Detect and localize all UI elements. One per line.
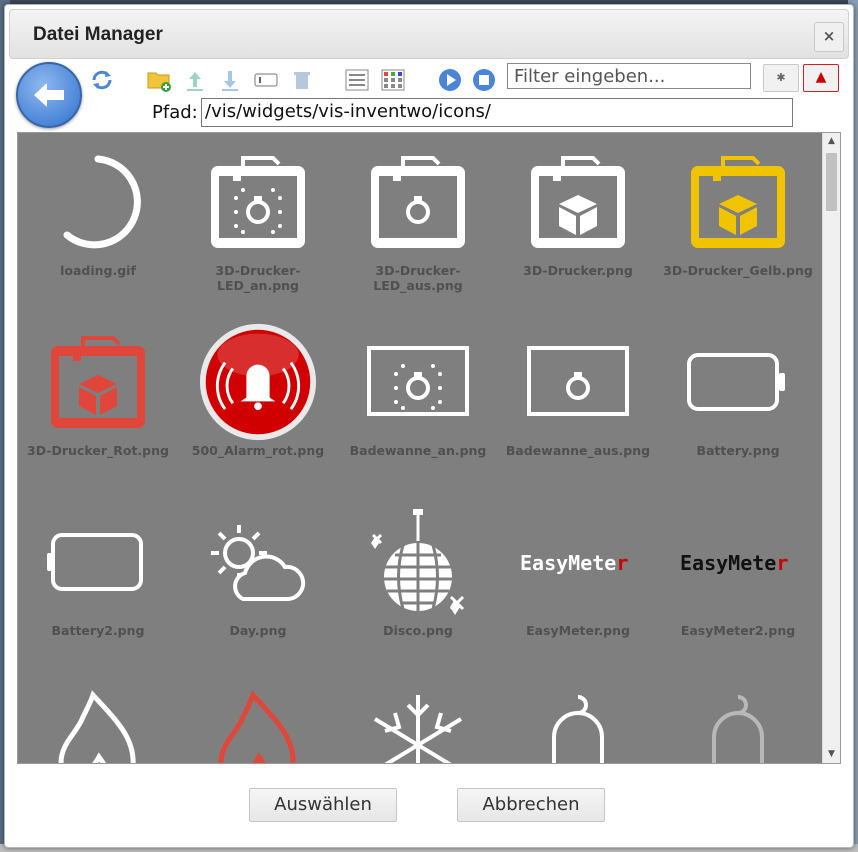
toolbar: ✱ ▲ — [5, 60, 853, 128]
upload-button[interactable] — [182, 67, 208, 93]
sun-cloud-icon — [198, 507, 318, 617]
dialog-title: Datei Manager — [33, 24, 163, 45]
path-label: Pfad: — [152, 102, 198, 123]
new-folder-icon — [147, 72, 171, 92]
table-view-icon — [381, 69, 405, 91]
printer-box-icon — [518, 147, 638, 257]
cancel-button[interactable]: Abbrechen — [457, 788, 605, 822]
bathtub-on-icon — [358, 327, 478, 437]
alert-button[interactable]: ▲ — [803, 64, 839, 92]
file-item[interactable]: 3D-Drucker_Gelb.png — [658, 133, 818, 313]
easymeter-text: EasyMeter — [520, 551, 628, 575]
file-item[interactable]: 3D-Drucker-LED_an.png — [178, 133, 338, 313]
file-name: Badewanne_aus.png — [505, 443, 651, 458]
file-name: 3D-Drucker_Gelb.png — [663, 263, 813, 278]
table-view-button[interactable] — [380, 67, 406, 93]
loading-ring-icon — [38, 147, 158, 257]
file-item[interactable]: Battery2.png — [18, 493, 178, 673]
disco-ball-icon — [358, 507, 478, 617]
printer-led-on-icon — [198, 147, 318, 257]
file-name: 3D-Drucker.png — [523, 263, 633, 278]
file-item[interactable] — [658, 673, 818, 763]
select-button[interactable]: Auswählen — [249, 788, 397, 822]
file-item[interactable] — [338, 673, 498, 763]
rename-button[interactable] — [253, 67, 279, 93]
delete-icon — [294, 72, 310, 89]
file-name: Battery.png — [696, 443, 780, 458]
battery2-icon — [38, 507, 158, 617]
bell-white-icon — [518, 687, 638, 763]
file-name: 3D-Drucker-LED_aus.png — [373, 263, 463, 293]
file-name: 3D-Drucker-LED_an.png — [215, 263, 301, 293]
file-name: Day.png — [229, 623, 287, 638]
printer-yellow-icon — [678, 147, 798, 257]
easymeter-icon: EasyMeter — [518, 507, 638, 617]
file-item[interactable]: 3D-Drucker.png — [498, 133, 658, 313]
path-input[interactable]: /vis/widgets/vis-inventwo/icons/ — [201, 98, 793, 127]
dialog-titlebar[interactable]: Datei Manager × — [9, 9, 849, 59]
file-item[interactable]: Disco.png — [338, 493, 498, 673]
file-name: Disco.png — [383, 623, 453, 638]
battery-icon — [678, 327, 798, 437]
scroll-up-arrow-icon[interactable]: ▲ — [823, 133, 840, 150]
close-button[interactable]: × — [814, 22, 844, 52]
file-name: EasyMeter2.png — [680, 623, 796, 638]
file-name: Battery2.png — [51, 623, 145, 638]
file-name: Badewanne_an.png — [349, 443, 487, 458]
file-item[interactable]: EasyMeter EasyMeter2.png — [658, 493, 818, 673]
file-name: EasyMeter.png — [526, 623, 630, 638]
file-name: 500_Alarm_rot.png — [191, 443, 325, 458]
refresh-icon — [92, 70, 112, 90]
file-item[interactable]: Badewanne_an.png — [338, 313, 498, 493]
flame-white-icon — [38, 687, 158, 763]
file-item[interactable]: Day.png — [178, 493, 338, 673]
list-view-icon — [345, 69, 369, 91]
new-folder-button[interactable] — [146, 67, 172, 93]
stop-button[interactable] — [471, 67, 497, 93]
snowflake-icon — [358, 687, 478, 763]
scroll-thumb[interactable] — [826, 153, 837, 211]
printer-red-icon — [38, 327, 158, 437]
stop-icon — [473, 69, 495, 91]
file-item[interactable]: loading.gif — [18, 133, 178, 313]
file-item[interactable] — [178, 673, 338, 763]
file-list: loading.gif 3D-Drucker-LED_an.png 3D-Dru… — [17, 132, 841, 764]
file-item[interactable]: Badewanne_aus.png — [498, 313, 658, 493]
file-name: loading.gif — [60, 263, 136, 278]
refresh-button[interactable] — [89, 67, 115, 93]
play-button[interactable] — [437, 67, 463, 93]
settings-button[interactable]: ✱ — [763, 64, 799, 92]
flame-red-icon — [198, 687, 318, 763]
file-manager-dialog: Datei Manager × Filter eingeben... ✱ ▲ P… — [4, 4, 854, 848]
bathtub-off-icon — [518, 327, 638, 437]
alarm-bell-red-icon — [198, 323, 318, 441]
file-item[interactable]: Battery.png — [658, 313, 818, 493]
file-name: 3D-Drucker_Rot.png — [27, 443, 169, 458]
file-item[interactable] — [498, 673, 658, 763]
play-icon — [439, 69, 461, 91]
printer-led-off-icon — [358, 147, 478, 257]
easymeter2-icon: EasyMeter — [678, 507, 798, 617]
path-row: Pfad: /vis/widgets/vis-inventwo/icons/ — [5, 96, 853, 128]
rename-icon — [254, 73, 278, 87]
vertical-scrollbar[interactable]: ▲ ▼ — [822, 133, 840, 763]
file-item[interactable] — [18, 673, 178, 763]
file-item[interactable]: 500_Alarm_rot.png — [178, 313, 338, 493]
file-item[interactable]: EasyMeter EasyMeter.png — [498, 493, 658, 673]
delete-button[interactable] — [289, 67, 315, 93]
bell-grey-icon — [678, 687, 798, 763]
easymeter-text: EasyMeter — [680, 551, 788, 575]
list-view-button[interactable] — [344, 67, 370, 93]
download-button[interactable] — [217, 67, 243, 93]
download-icon — [222, 71, 238, 91]
file-item[interactable]: 3D-Drucker-LED_aus.png — [338, 133, 498, 313]
filter-input[interactable] — [507, 63, 751, 89]
upload-icon — [187, 72, 203, 91]
scroll-down-arrow-icon[interactable]: ▼ — [823, 746, 840, 763]
file-item[interactable]: 3D-Drucker_Rot.png — [18, 313, 178, 493]
